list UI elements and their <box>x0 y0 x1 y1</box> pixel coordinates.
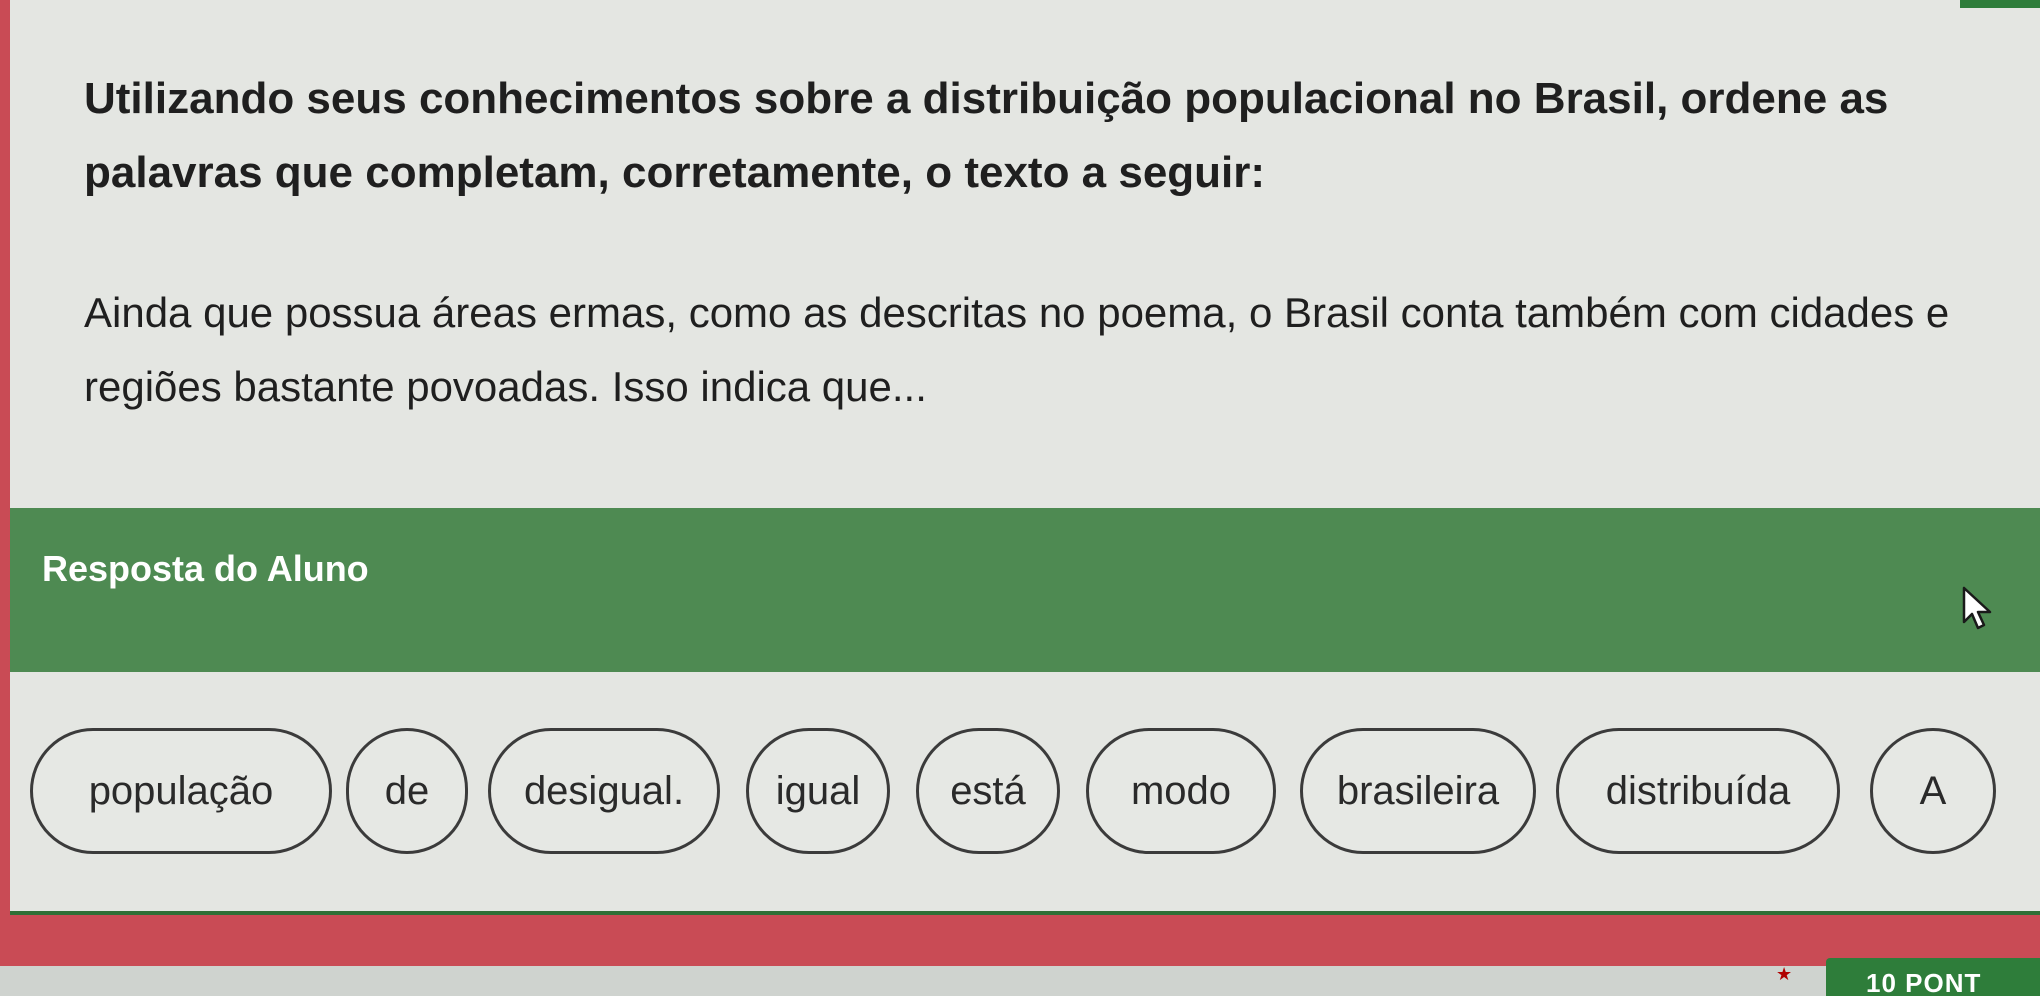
word-chip-desigual[interactable]: desigual. <box>488 728 720 854</box>
question-title: Utilizando seus conhecimentos sobre a di… <box>84 74 1889 197</box>
question-block: Utilizando seus conhecimentos sobre a di… <box>84 62 1984 424</box>
question-card: Utilizando seus conhecimentos sobre a di… <box>10 0 2040 915</box>
answer-header: Resposta do Aluno <box>10 508 2040 672</box>
answer-title: Resposta do Aluno <box>42 548 369 589</box>
word-chip-de[interactable]: de <box>346 728 468 854</box>
points-badge: 10 PONT <box>1826 958 2040 996</box>
word-bank: população de desigual. igual está modo b… <box>10 728 2040 868</box>
star-icon: ★ <box>1776 964 1793 984</box>
mouse-pointer-icon <box>1962 586 1992 630</box>
word-chip-brasileira[interactable]: brasileira <box>1300 728 1536 854</box>
word-chip-igual[interactable]: igual <box>746 728 890 854</box>
word-chip-populacao[interactable]: população <box>30 728 332 854</box>
word-chip-modo[interactable]: modo <box>1086 728 1276 854</box>
word-chip-esta[interactable]: está <box>916 728 1060 854</box>
word-chip-distribuida[interactable]: distribuída <box>1556 728 1840 854</box>
question-text: Ainda que possua áreas ermas, como as de… <box>84 289 1950 410</box>
word-chip-a[interactable]: A <box>1870 728 1996 854</box>
top-accent-strip <box>1960 0 2040 8</box>
points-label: 10 PONT <box>1866 968 1982 996</box>
next-card-edge <box>0 966 2040 996</box>
